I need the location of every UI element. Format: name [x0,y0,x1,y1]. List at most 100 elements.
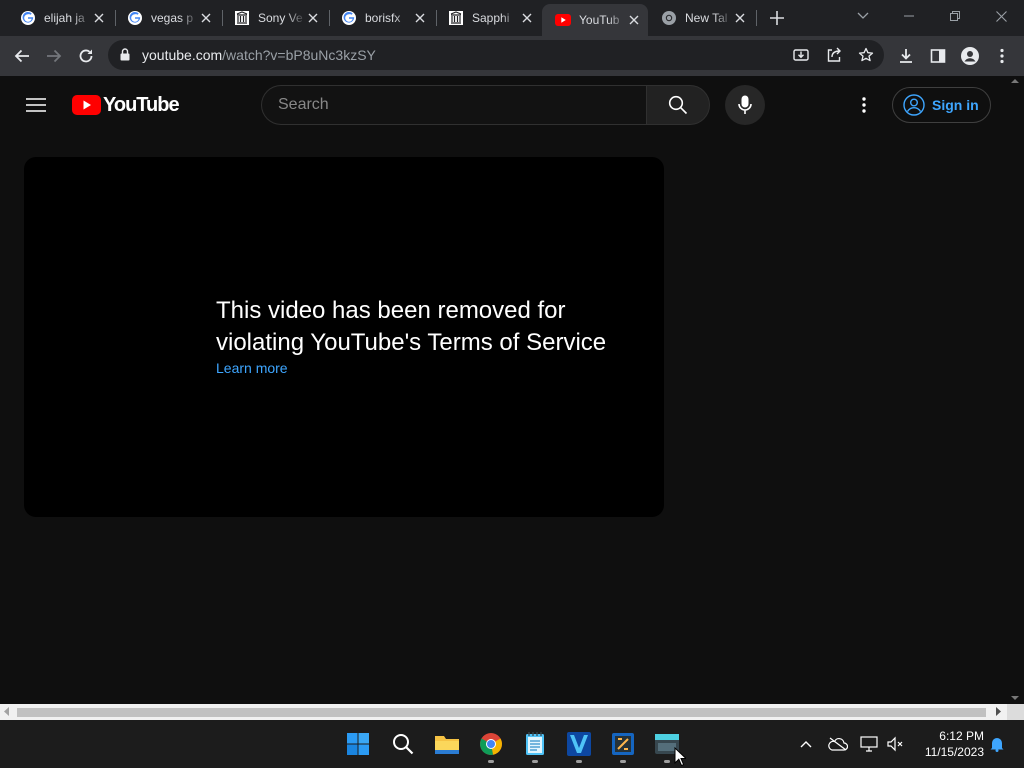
tab-borisfx[interactable]: borisfx [328,4,434,32]
start-button[interactable] [342,728,374,760]
youtube-play-icon [72,95,101,115]
tab-title: borisfx [365,11,401,25]
close-window-button[interactable] [978,0,1024,32]
chrome-icon [480,733,502,755]
horizontal-scroll-thumb[interactable] [17,708,986,717]
close-tab-icon[interactable] [412,10,428,26]
tab-title: Sony Ve [258,11,303,25]
tab-vegas[interactable]: vegas p [114,4,220,32]
lock-icon[interactable] [120,48,130,66]
youtube-logo[interactable]: YouTube [72,93,180,116]
close-tab-icon[interactable] [305,10,321,26]
back-button[interactable] [8,42,36,70]
share-icon[interactable] [824,45,844,65]
volume-tray-button[interactable] [884,734,906,754]
taskbar-clock[interactable]: 6:12 PM 11/15/2023 [912,728,984,760]
bookmark-star-icon[interactable] [856,45,876,65]
url-host: youtube.com [142,47,223,63]
scroll-left-arrow-icon [4,707,9,716]
search-input[interactable] [278,86,638,124]
taskbar-file-explorer[interactable] [431,728,463,760]
scrollbar-corner [1007,704,1024,720]
chevron-down-icon [857,12,869,19]
show-hidden-icons-button[interactable] [795,734,817,754]
tab-sapphire[interactable]: Sapphi [435,4,541,32]
back-arrow-icon [14,49,29,63]
tab-sony[interactable]: Sony Ve [221,4,327,32]
tab-elijah[interactable]: elijah ja [7,4,113,32]
side-panel-icon [930,49,946,63]
bell-icon [990,738,1004,752]
close-tab-icon[interactable] [519,10,535,26]
downloads-button[interactable] [892,42,920,70]
taskbar-chrome[interactable] [475,728,507,763]
restore-icon [950,11,960,21]
minimize-icon [904,15,914,17]
learn-more-link[interactable]: Learn more [216,360,288,376]
side-panel-button[interactable] [924,42,952,70]
tab-youtube[interactable]: YouTub [542,4,648,36]
scroll-right-arrow-icon [996,707,1001,716]
reload-button[interactable] [72,42,100,70]
vertical-scrollbar[interactable] [1007,76,1024,704]
scroll-down-arrow-icon [1011,696,1019,700]
video-removed-message: This video has been removed for violatin… [216,297,607,356]
youtube-wordmark: YouTube [103,93,180,116]
tool-app-icon [612,733,634,755]
hamburger-icon [26,98,46,112]
running-indicator [488,760,494,763]
google-g-icon [341,10,357,26]
forward-button[interactable] [40,42,68,70]
vegas-pro-icon [567,732,591,756]
url-text[interactable]: youtube.com/watch?v=bP8uNc3kzSY [142,47,376,63]
close-tab-icon[interactable] [198,10,214,26]
forward-arrow-icon [47,49,62,63]
clock-time: 6:12 PM [939,729,984,743]
close-icon [995,10,1007,22]
restore-button[interactable] [932,0,978,32]
taskbar-tool-app[interactable] [607,728,639,763]
search-box[interactable] [261,85,647,125]
browser-menu-button[interactable] [988,42,1016,70]
running-indicator [664,760,670,763]
clock-date: 11/15/2023 [924,745,984,759]
network-tray-button[interactable] [858,734,880,754]
settings-menu-button[interactable] [848,89,880,121]
sign-in-button[interactable]: Sign in [892,87,991,123]
account-circle-icon [903,94,925,116]
taskbar-notepad[interactable] [519,728,551,763]
windows-start-icon [347,733,369,755]
notepad-icon [526,732,544,755]
close-tab-icon[interactable] [91,10,107,26]
search-button[interactable] [646,85,710,125]
youtube-page: YouTube Sign in This video has been remo… [0,76,1007,704]
new-tab-button[interactable] [766,7,788,29]
onedrive-tray-button[interactable] [827,734,849,754]
network-icon [860,736,878,752]
bank-building-icon [234,10,250,26]
notifications-button[interactable] [986,734,1008,754]
profile-button[interactable] [956,42,984,70]
reload-icon [79,49,93,63]
tab-strip: elijah ja vegas p Sony Ve borisfx Sapphi… [0,0,1024,36]
onedrive-offline-icon [828,737,848,751]
close-tab-icon[interactable] [732,10,748,26]
horizontal-scrollbar[interactable] [0,704,1024,720]
guide-menu-button[interactable] [20,89,52,121]
voice-search-button[interactable] [725,85,765,125]
address-bar[interactable]: youtube.com/watch?v=bP8uNc3kzSY [108,40,884,70]
download-icon [900,49,912,63]
minimize-button[interactable] [886,0,932,32]
scroll-up-arrow-icon [1011,79,1019,83]
tab-new-tab[interactable]: New Tal [648,4,754,32]
tab-search-button[interactable] [840,0,886,32]
chevron-up-icon [800,741,812,748]
taskbar-search-button[interactable] [387,728,419,760]
running-indicator [532,760,538,763]
video-player[interactable]: This video has been removed for violatin… [24,157,664,517]
running-indicator [620,760,626,763]
install-app-icon[interactable] [791,45,811,65]
bank-building-icon [448,10,464,26]
close-tab-icon[interactable] [626,12,642,28]
taskbar-vegas-pro[interactable] [563,728,595,763]
